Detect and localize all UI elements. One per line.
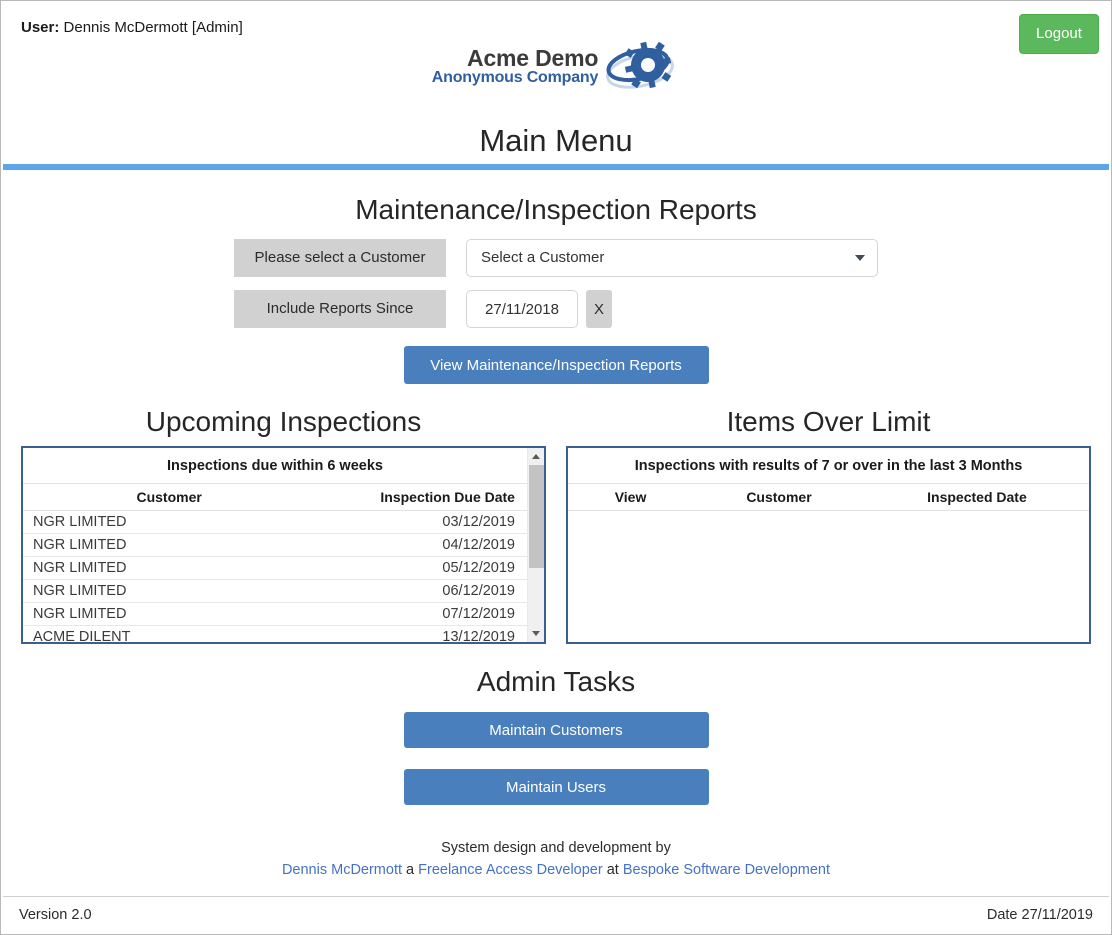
cell-customer: NGR LIMITED — [23, 560, 315, 576]
table-row[interactable]: ACME DILENT13/12/2019 — [23, 626, 527, 642]
scroll-up-icon[interactable] — [528, 448, 545, 465]
items-over-limit-box: Inspections with results of 7 or over in… — [566, 446, 1091, 644]
admin-tasks-heading: Admin Tasks — [1, 666, 1111, 698]
upcoming-inspections-heading: Upcoming Inspections — [21, 406, 546, 438]
since-date-input[interactable] — [466, 290, 578, 328]
footer-line-1: System design and development by — [1, 837, 1111, 859]
view-reports-button[interactable]: View Maintenance/Inspection Reports — [404, 346, 709, 384]
upcoming-inspections-box: Inspections due within 6 weeks Customer … — [21, 446, 546, 644]
status-bar: Version 2.0 Date 27/11/2019 — [3, 896, 1109, 932]
version-label: Version 2.0 — [19, 907, 92, 923]
upcoming-grid-title: Inspections due within 6 weeks — [23, 448, 527, 484]
link-dennis-mcdermott[interactable]: Dennis McDermott — [282, 862, 402, 878]
scrollbar-thumb[interactable] — [529, 465, 544, 568]
main-menu-page: User: Dennis McDermott [Admin] Logout Ac… — [0, 0, 1112, 935]
logo-subtitle: Anonymous Company — [432, 70, 598, 87]
gear-logo-icon — [604, 39, 680, 93]
over-limit-grid-title: Inspections with results of 7 or over in… — [568, 448, 1089, 484]
date-label: Date 27/11/2019 — [987, 907, 1093, 923]
column-header-customer: Customer — [23, 489, 315, 505]
table-row[interactable]: NGR LIMITED04/12/2019 — [23, 534, 527, 557]
chevron-down-icon — [855, 255, 865, 261]
clear-date-button[interactable]: X — [586, 290, 612, 328]
upcoming-rows: NGR LIMITED03/12/2019NGR LIMITED04/12/20… — [23, 511, 527, 642]
link-bespoke-software-development[interactable]: Bespoke Software Development — [623, 862, 830, 878]
upcoming-grid-header: Customer Inspection Due Date — [23, 484, 527, 511]
cell-due-date: 07/12/2019 — [315, 606, 527, 622]
cell-customer: NGR LIMITED — [23, 583, 315, 599]
admin-tasks-section: Admin Tasks Maintain Customers Maintain … — [1, 666, 1111, 805]
header-divider — [3, 164, 1109, 170]
column-header-view: View — [568, 489, 693, 505]
upcoming-scrollbar[interactable] — [527, 448, 544, 642]
scroll-down-icon[interactable] — [528, 625, 545, 642]
page-header: User: Dennis McDermott [Admin] Logout Ac… — [1, 1, 1111, 166]
upcoming-inspections-panel: Upcoming Inspections Inspections due wit… — [21, 406, 546, 644]
customer-label: Please select a Customer — [234, 239, 446, 277]
user-name: Dennis McDermott [Admin] — [64, 19, 243, 36]
reports-section: Maintenance/Inspection Reports Please se… — [1, 194, 1111, 384]
table-row[interactable]: NGR LIMITED06/12/2019 — [23, 580, 527, 603]
customer-select-value: Select a Customer — [481, 240, 604, 276]
cell-due-date: 03/12/2019 — [315, 514, 527, 530]
since-row: Include Reports Since X — [1, 290, 1111, 328]
customer-row: Please select a Customer Select a Custom… — [1, 239, 1111, 277]
footer-sep-at: at — [603, 862, 623, 878]
cell-due-date: 06/12/2019 — [315, 583, 527, 599]
column-header-inspected-date: Inspected Date — [865, 489, 1089, 505]
company-logo: Acme Demo Anonymous Company — [1, 39, 1111, 93]
column-header-customer: Customer — [693, 489, 865, 505]
cell-customer: NGR LIMITED — [23, 606, 315, 622]
table-row[interactable]: NGR LIMITED03/12/2019 — [23, 511, 527, 534]
footer-credits: System design and development by Dennis … — [1, 837, 1111, 882]
link-freelance-access-developer[interactable]: Freelance Access Developer — [418, 862, 603, 878]
reports-heading: Maintenance/Inspection Reports — [1, 194, 1111, 226]
customer-select[interactable]: Select a Customer — [466, 239, 878, 277]
page-title: Main Menu — [1, 123, 1111, 159]
maintain-users-button[interactable]: Maintain Users — [404, 769, 709, 805]
items-over-limit-panel: Items Over Limit Inspections with result… — [566, 406, 1091, 644]
cell-due-date: 05/12/2019 — [315, 560, 527, 576]
footer-sep-a: a — [402, 862, 418, 878]
table-row[interactable]: NGR LIMITED07/12/2019 — [23, 603, 527, 626]
table-row[interactable]: NGR LIMITED05/12/2019 — [23, 557, 527, 580]
maintain-customers-button[interactable]: Maintain Customers — [404, 712, 709, 748]
panels-row: Upcoming Inspections Inspections due wit… — [1, 406, 1111, 644]
items-over-limit-heading: Items Over Limit — [566, 406, 1091, 438]
footer-line-2: Dennis McDermott a Freelance Access Deve… — [1, 859, 1111, 881]
column-header-due-date: Inspection Due Date — [315, 489, 527, 505]
current-user: User: Dennis McDermott [Admin] — [21, 19, 243, 36]
cell-customer: NGR LIMITED — [23, 537, 315, 553]
cell-customer: ACME DILENT — [23, 629, 315, 642]
logo-title: Acme Demo — [432, 46, 598, 70]
user-label: User: — [21, 19, 59, 36]
since-label: Include Reports Since — [234, 290, 446, 328]
cell-due-date: 04/12/2019 — [315, 537, 527, 553]
cell-customer: NGR LIMITED — [23, 514, 315, 530]
cell-due-date: 13/12/2019 — [315, 629, 527, 642]
over-limit-grid-header: View Customer Inspected Date — [568, 484, 1089, 511]
